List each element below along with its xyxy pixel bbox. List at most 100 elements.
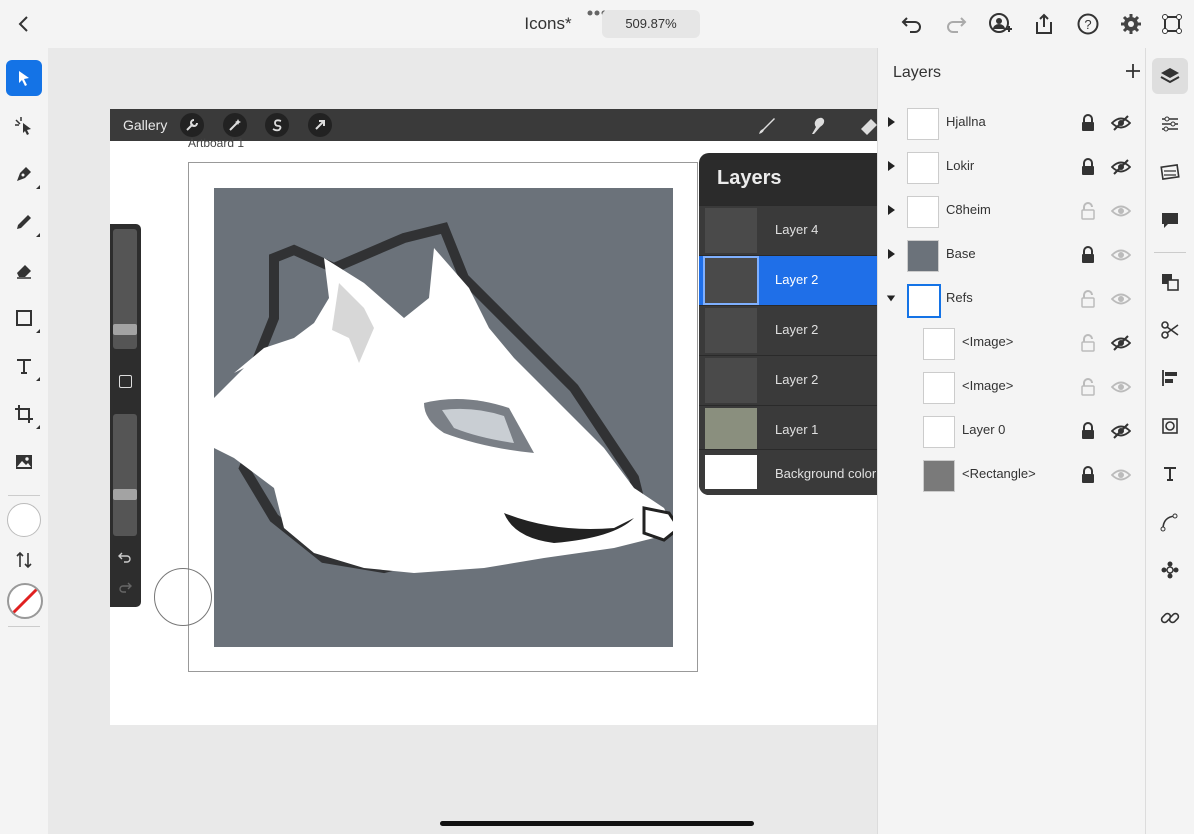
expand-caret-icon[interactable] (886, 160, 896, 172)
visibility-icon[interactable] (1111, 290, 1131, 308)
layer-row[interactable]: C8heim (878, 189, 1146, 233)
back-icon[interactable] (12, 12, 36, 36)
lock-icon[interactable] (1080, 114, 1096, 132)
align-icon[interactable] (1158, 366, 1182, 390)
expand-caret-icon[interactable] (886, 204, 896, 216)
layer-row[interactable]: <Image> (878, 321, 1146, 365)
comments-icon[interactable] (1158, 208, 1182, 232)
libraries-icon[interactable] (1158, 160, 1182, 184)
undo-icon[interactable] (900, 12, 924, 36)
eraser-tool-icon[interactable] (6, 252, 42, 288)
add-layer-icon[interactable] (1124, 62, 1142, 80)
artboard-label: Artboard 1 (188, 136, 245, 150)
visibility-hidden-icon[interactable] (1111, 114, 1131, 132)
visibility-icon[interactable] (1111, 378, 1131, 396)
layer-name: Refs (946, 290, 973, 305)
swap-colors-icon[interactable] (6, 542, 42, 578)
lock-icon[interactable] (1080, 158, 1096, 176)
layers-icon[interactable] (1158, 64, 1182, 88)
layer-thumbnail (907, 240, 939, 272)
smudge-icon (807, 115, 829, 142)
zoom-level[interactable]: 509.87% (602, 10, 700, 38)
layer-row[interactable]: Layer 0 (878, 409, 1146, 453)
place-image-icon[interactable] (6, 444, 42, 480)
modify-button-icon (119, 375, 132, 388)
transform-arrow-icon (308, 113, 332, 137)
layer-row[interactable]: Refs (878, 277, 1146, 321)
type-tool-icon[interactable] (6, 348, 42, 384)
layer-thumbnail (923, 372, 955, 404)
visibility-hidden-icon[interactable] (1111, 334, 1131, 352)
canvas-area[interactable]: Gallery Artboard 1 Layers Layer 4 Layer … (48, 48, 877, 834)
properties-icon[interactable] (1160, 12, 1184, 36)
unlock-icon[interactable] (1080, 290, 1096, 308)
stroke-none-swatch[interactable] (7, 583, 43, 619)
panel-title: Layers (893, 64, 942, 81)
home-indicator[interactable] (440, 821, 754, 826)
magic-wand-icon (223, 113, 247, 137)
svg-text:?: ? (1084, 17, 1091, 32)
boolean-shapes-icon[interactable] (1158, 414, 1182, 438)
expand-caret-icon[interactable] (886, 248, 896, 260)
layer-name: <Image> (962, 378, 1014, 393)
layer-thumbnail (907, 196, 939, 228)
invite-user-icon[interactable] (988, 12, 1012, 36)
rectangle-tool-icon[interactable] (6, 300, 42, 336)
size-slider-knob (113, 324, 137, 335)
repeat-grid-icon[interactable] (1158, 558, 1182, 582)
layer-row[interactable]: <Image> (878, 365, 1146, 409)
path-edit-icon[interactable] (1158, 510, 1182, 534)
expand-caret-icon[interactable] (886, 116, 896, 128)
popup-layer-row: Layer 4 (699, 205, 877, 256)
visibility-hidden-icon[interactable] (1111, 158, 1131, 176)
share-icon[interactable] (1032, 12, 1056, 36)
popup-layer-row: Layer 2 (699, 355, 877, 406)
placed-screenshot-image[interactable]: Gallery Artboard 1 Layers Layer 4 Layer … (110, 109, 877, 725)
pen-tool-icon[interactable] (6, 156, 42, 192)
top-bar: Icons* 509.87% ? (0, 0, 1194, 49)
arrange-icon[interactable] (1158, 270, 1182, 294)
group-thumbnail (907, 284, 941, 318)
eraser-icon (858, 115, 877, 142)
help-icon[interactable]: ? (1076, 12, 1100, 36)
lock-icon[interactable] (1080, 422, 1096, 440)
brush-size-sidebar (110, 224, 141, 607)
pencil-tool-icon[interactable] (6, 204, 42, 240)
selection-s-icon (265, 113, 289, 137)
select-tool-icon[interactable] (6, 60, 42, 96)
undo-arrow-icon (118, 550, 132, 568)
unlock-icon[interactable] (1080, 202, 1096, 220)
fill-color-swatch[interactable] (7, 503, 41, 537)
scissors-icon[interactable] (1158, 318, 1182, 342)
unlock-icon[interactable] (1080, 334, 1096, 352)
unlock-icon[interactable] (1080, 378, 1096, 396)
layer-row[interactable]: <Rectangle> (878, 453, 1146, 497)
direct-selection-tool-icon[interactable] (6, 108, 42, 144)
visibility-icon[interactable] (1111, 202, 1131, 220)
document-title[interactable]: Icons* (510, 14, 586, 34)
crop-tool-icon[interactable] (6, 396, 42, 432)
layer-row[interactable]: Lokir (878, 145, 1146, 189)
popup-layer-row: Layer 2 (699, 305, 877, 356)
layer-row[interactable]: Base (878, 233, 1146, 277)
link-icon[interactable] (1158, 606, 1182, 630)
visibility-hidden-icon[interactable] (1111, 422, 1131, 440)
layer-thumbnail (705, 408, 757, 453)
collapse-caret-icon[interactable] (886, 292, 896, 304)
visibility-icon[interactable] (1111, 246, 1131, 264)
settings-gear-icon[interactable] (1119, 12, 1143, 36)
brush-cursor-circle (154, 568, 212, 626)
divider (1154, 252, 1186, 253)
background-swatch (705, 455, 757, 489)
lock-icon[interactable] (1080, 466, 1096, 484)
layer-thumbnail (907, 108, 939, 140)
left-toolbar (0, 48, 49, 834)
artboard[interactable] (188, 162, 698, 672)
layer-name: Layer 0 (962, 422, 1006, 437)
adjustments-sliders-icon[interactable] (1158, 112, 1182, 136)
lock-icon[interactable] (1080, 246, 1096, 264)
layer-row[interactable]: Hjallna (878, 101, 1146, 145)
type-properties-icon[interactable] (1158, 462, 1182, 486)
redo-icon[interactable] (944, 12, 968, 36)
visibility-icon[interactable] (1111, 466, 1131, 484)
